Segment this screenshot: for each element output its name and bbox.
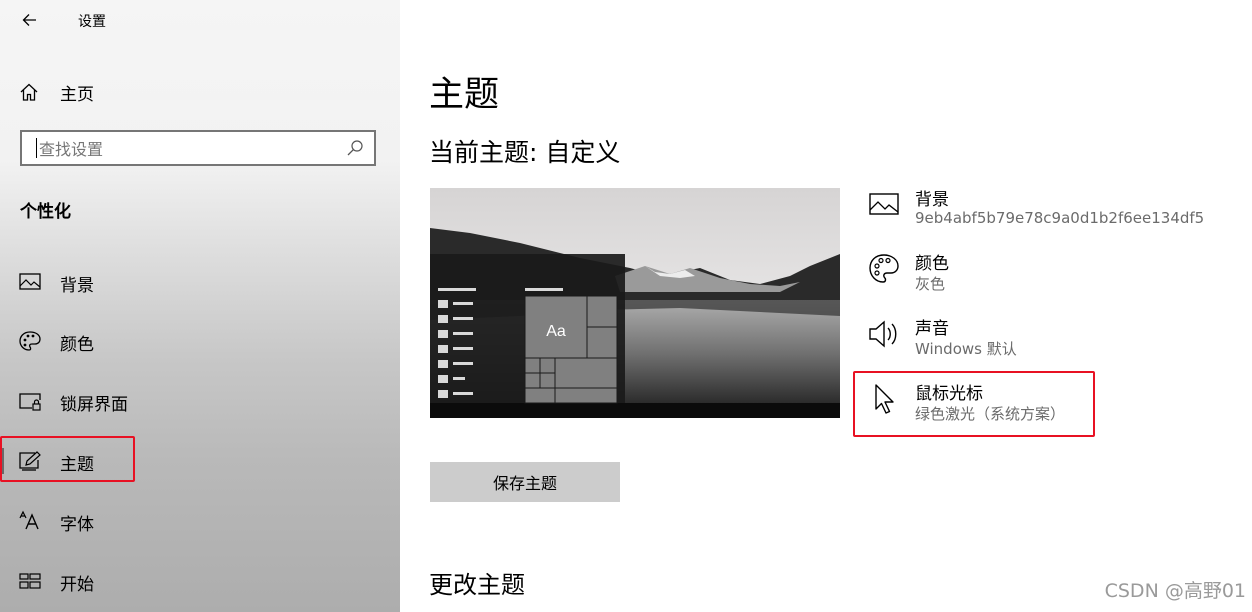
option-title: 背景 (915, 190, 949, 210)
text-caret (36, 138, 37, 158)
option-title: 声音 (915, 319, 949, 339)
font-icon (19, 510, 39, 530)
option-value: 9eb4abf5b79e78c9a0d1b2f6ee134df5 (915, 209, 1205, 227)
search-placeholder: 查找设置 (39, 140, 104, 159)
sidebar-item-label: 锁屏界面 (60, 395, 128, 415)
sidebar: 设置 主页 查找设置 个性化 背景 颜色 锁屏界面 主题 字体 开始 (0, 0, 400, 612)
option-color[interactable]: 颜色 灰色 (866, 249, 1236, 299)
option-title: 颜色 (915, 254, 949, 274)
highlight-box (853, 371, 1095, 437)
page-title: 主题 (429, 75, 500, 115)
change-theme-heading: 更改主题 (429, 571, 525, 599)
search-input[interactable]: 查找设置 (20, 130, 376, 166)
option-background[interactable]: 背景 9eb4abf5b79e78c9a0d1b2f6ee134df5 (866, 185, 1236, 235)
option-sound[interactable]: 声音 Windows 默认 (866, 314, 1236, 364)
section-title: 个性化 (20, 202, 71, 222)
back-arrow-icon[interactable] (18, 8, 42, 32)
palette-icon (19, 331, 41, 351)
app-title: 设置 (78, 14, 106, 30)
sidebar-item-start[interactable]: 开始 (0, 558, 400, 604)
option-value: 灰色 (915, 275, 946, 293)
sidebar-item-theme[interactable]: 主题 (0, 436, 400, 484)
preview-tile-text: Aa (546, 323, 566, 340)
watermark: CSDN @高野01 (1104, 580, 1246, 602)
start-icon (19, 573, 41, 589)
sidebar-item-background[interactable]: 背景 (0, 259, 400, 305)
sidebar-item-colors[interactable]: 颜色 (0, 318, 400, 364)
theme-preview: Aa (430, 188, 840, 418)
sidebar-item-label: 主题 (60, 455, 94, 475)
speaker-icon (869, 320, 897, 348)
save-theme-button[interactable]: 保存主题 (430, 462, 620, 502)
search-icon[interactable] (346, 139, 364, 157)
sidebar-item-label: 背景 (60, 276, 94, 296)
home-link[interactable]: 主页 (18, 79, 94, 105)
palette-icon (869, 254, 899, 283)
sidebar-item-fonts[interactable]: 字体 (0, 498, 400, 544)
sidebar-item-label: 开始 (60, 575, 94, 595)
home-label: 主页 (60, 84, 94, 105)
lock-screen-icon (19, 393, 41, 411)
picture-icon (19, 273, 41, 290)
picture-icon (869, 193, 899, 215)
sidebar-item-lock-screen[interactable]: 锁屏界面 (0, 378, 400, 424)
sidebar-item-label: 颜色 (60, 335, 94, 355)
home-icon (20, 83, 38, 101)
theme-icon (19, 451, 41, 471)
option-value: Windows 默认 (915, 340, 1017, 358)
sidebar-item-label: 字体 (60, 515, 94, 535)
current-theme-heading: 当前主题: 自定义 (429, 138, 621, 167)
